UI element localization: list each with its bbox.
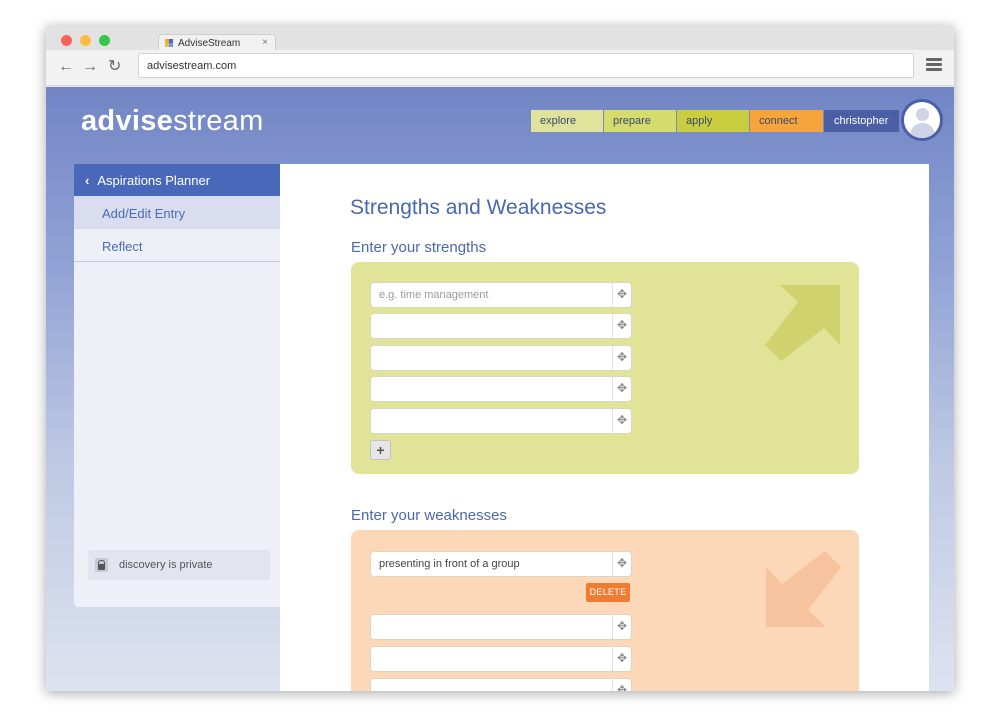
maximize-window-button[interactable] [99, 35, 110, 46]
strength-input[interactable]: ✥ [370, 376, 632, 402]
privacy-notice: discovery is private [88, 550, 270, 580]
address-bar[interactable]: advisestream.com [138, 53, 914, 78]
favicon-icon [165, 39, 173, 47]
main-content: Strengths and Weaknesses Enter your stre… [280, 164, 929, 691]
add-strength-button[interactable]: + [370, 440, 391, 460]
strength-input[interactable]: ✥ [370, 345, 632, 371]
back-arrow-icon[interactable]: ← [58, 58, 74, 76]
drag-handle-icon[interactable]: ✥ [612, 552, 631, 576]
strength-input[interactable]: ✥ [370, 313, 632, 339]
weakness-input[interactable]: ✥ [370, 646, 632, 672]
browser-toolbar: ← → ↻ advisestream.com [46, 50, 954, 86]
advisestream-logo[interactable]: advisestream [81, 105, 264, 138]
user-name[interactable]: christopher [824, 110, 899, 132]
weakness-input[interactable]: ✥ [370, 614, 632, 640]
reload-icon[interactable]: ↻ [108, 58, 121, 76]
sidebar-title-label: Aspirations Planner [97, 173, 211, 188]
drag-handle-icon[interactable]: ✥ [612, 409, 631, 433]
strength-input[interactable]: e.g. time management ✥ [370, 282, 632, 308]
drag-handle-icon[interactable]: ✥ [612, 314, 631, 338]
arrow-down-left-icon [766, 551, 841, 627]
weakness-input[interactable]: presenting in front of a group ✥ [370, 551, 632, 577]
forward-arrow-icon[interactable]: → [82, 58, 98, 76]
drag-handle-icon[interactable]: ✥ [612, 647, 631, 671]
sidebar-title[interactable]: ‹ Aspirations Planner [74, 164, 280, 196]
sidebar: ‹ Aspirations Planner Add/Edit Entry Refl… [74, 164, 280, 607]
drag-handle-icon[interactable]: ✥ [612, 346, 631, 370]
weakness-input[interactable]: ✥ [370, 678, 632, 691]
sidebar-item-reflect[interactable]: Reflect [74, 229, 280, 262]
strengths-panel: e.g. time management ✥ ✥ ✥ ✥ ✥ + [351, 262, 859, 474]
nav-apply[interactable]: apply [677, 110, 749, 132]
nav-connect[interactable]: connect [750, 110, 823, 132]
sidebar-item-add-edit-entry[interactable]: Add/Edit Entry [74, 196, 280, 229]
page-title: Strengths and Weaknesses [350, 196, 607, 219]
drag-handle-icon[interactable]: ✥ [612, 679, 631, 691]
tab-close-icon[interactable]: × [262, 37, 268, 48]
minimize-window-button[interactable] [80, 35, 91, 46]
strength-input[interactable]: ✥ [370, 408, 632, 434]
chevron-left-icon: ‹ [85, 173, 90, 188]
strengths-label: Enter your strengths [351, 239, 487, 256]
avatar-icon[interactable] [901, 99, 943, 141]
drag-handle-icon[interactable]: ✥ [612, 283, 631, 307]
close-window-button[interactable] [61, 35, 72, 46]
arrow-up-right-icon [765, 285, 840, 361]
nav-prepare[interactable]: prepare [604, 110, 676, 132]
page: advisestream explore prepare apply conne… [46, 87, 954, 691]
hamburger-menu-icon[interactable] [926, 58, 942, 72]
weaknesses-label: Enter your weaknesses [351, 507, 507, 524]
browser-window: AdviseStream × ← → ↻ advisestream.com ad… [46, 26, 954, 691]
lock-icon [95, 558, 108, 572]
delete-button[interactable]: DELETE [586, 583, 630, 602]
privacy-label: discovery is private [119, 559, 213, 571]
drag-handle-icon[interactable]: ✥ [612, 377, 631, 401]
weaknesses-panel: presenting in front of a group ✥ DELETE … [351, 530, 859, 691]
nav-explore[interactable]: explore [531, 110, 603, 132]
title-bar: AdviseStream × [46, 26, 954, 52]
tab-title: AdviseStream [178, 38, 241, 49]
drag-handle-icon[interactable]: ✥ [612, 615, 631, 639]
strength-placeholder: e.g. time management [379, 289, 489, 301]
